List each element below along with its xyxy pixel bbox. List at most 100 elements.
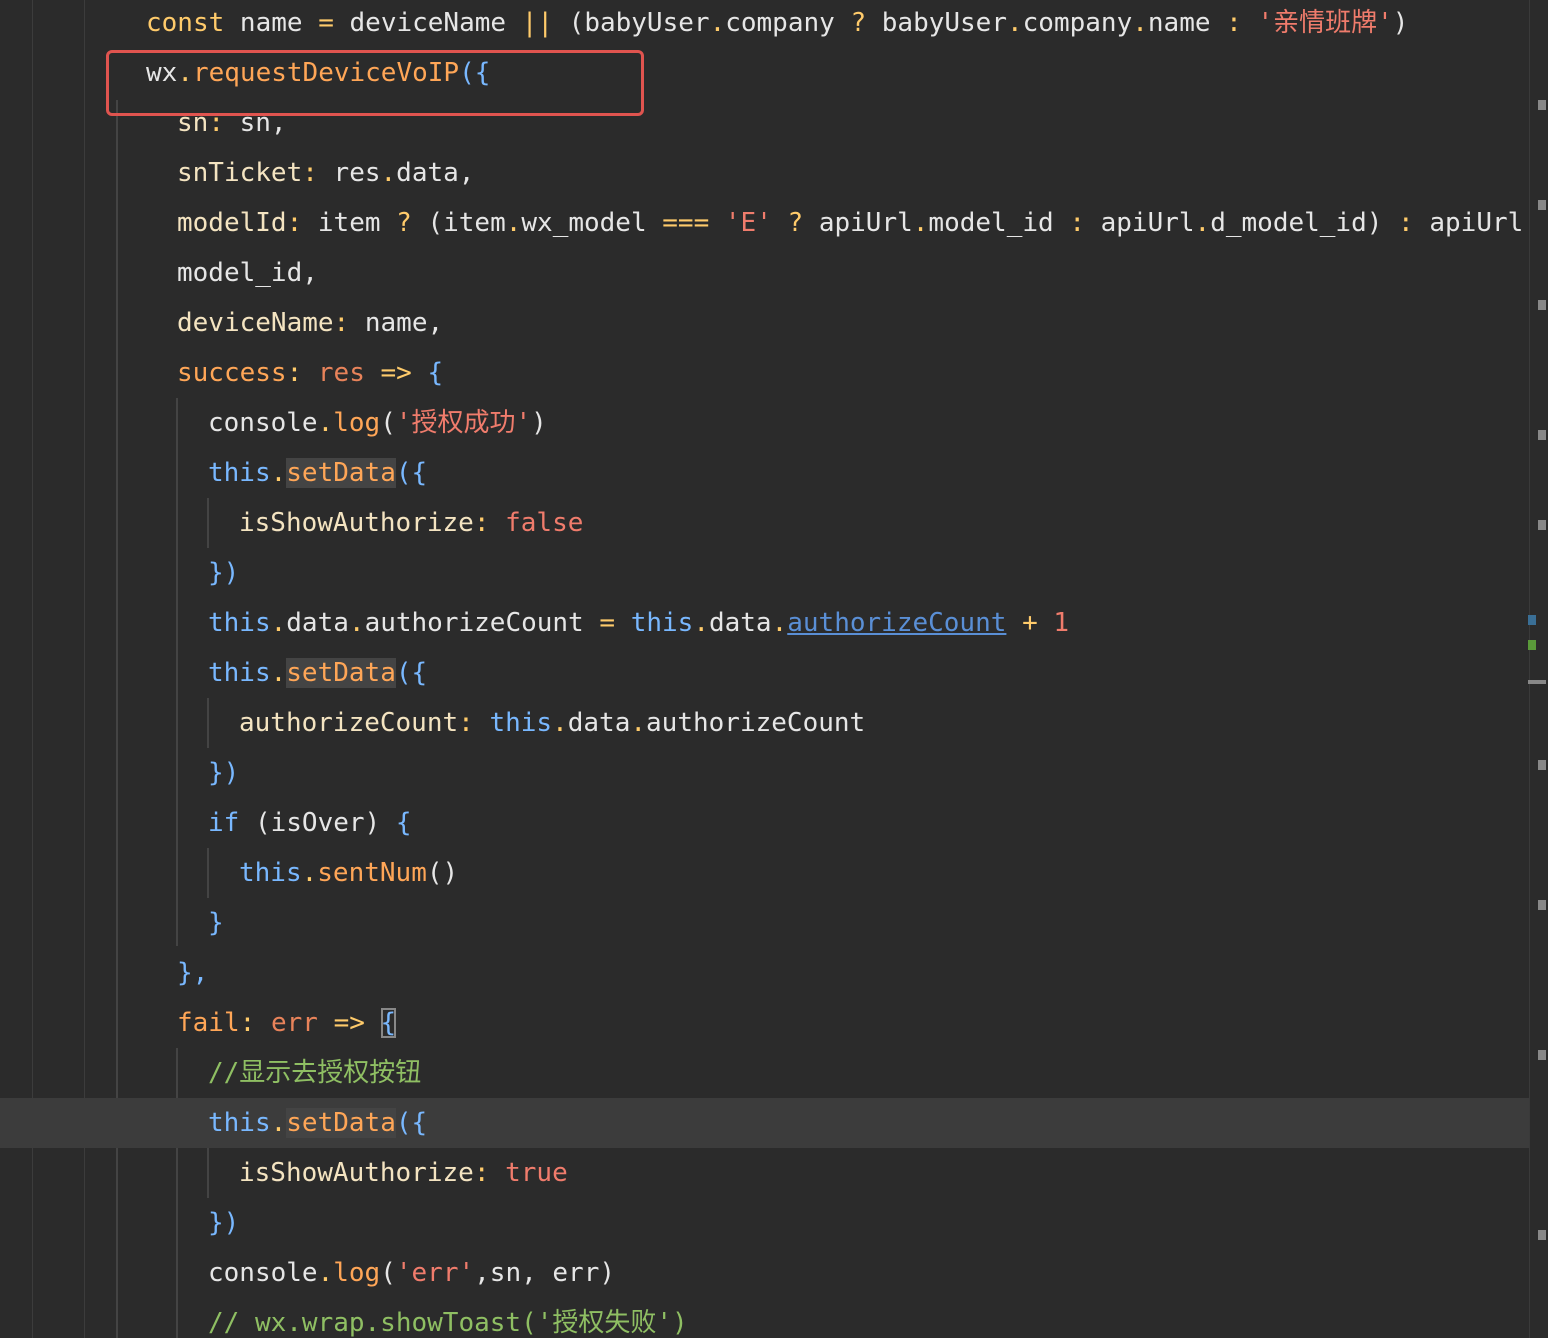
code-token: ?	[396, 208, 412, 238]
indent-guide	[207, 1148, 209, 1198]
code-token: .	[270, 658, 287, 688]
code-token: :	[1069, 208, 1085, 238]
code-token: '亲情班牌'	[1257, 8, 1393, 38]
code-token: success	[177, 358, 287, 388]
code-token: (babyUser	[553, 8, 710, 38]
code-token: isShowAuthorize	[239, 1158, 474, 1188]
code-token: false	[505, 508, 584, 538]
vertical-scrollbar[interactable]	[1528, 0, 1548, 1338]
code-line[interactable]: this.setData({	[208, 648, 427, 698]
code-token: data	[708, 608, 772, 638]
code-token: data	[567, 708, 631, 738]
code-line[interactable]: },	[177, 948, 208, 998]
scroll-marker	[1538, 1050, 1546, 1060]
scroll-marker	[1538, 100, 1546, 110]
code-token: name,	[349, 308, 444, 338]
code-token: :	[333, 308, 350, 338]
code-token: model_id,	[177, 258, 318, 288]
code-token: this	[630, 608, 694, 638]
code-line[interactable]: model_id,	[177, 248, 318, 298]
code-token: .	[505, 208, 522, 238]
code-line[interactable]: })	[208, 1198, 239, 1248]
code-line[interactable]: })	[208, 748, 239, 798]
code-line[interactable]: }	[208, 898, 224, 948]
code-token: data,	[396, 158, 475, 188]
code-token: )	[531, 408, 547, 438]
code-line[interactable]: })	[208, 548, 239, 598]
code-token: ({	[395, 658, 428, 688]
code-token: .	[270, 458, 287, 488]
code-token: // wx.wrap.showToast('授权失败')	[208, 1308, 688, 1338]
code-token: snTicket	[177, 158, 303, 188]
code-line[interactable]: deviceName: name,	[177, 298, 443, 348]
code-token: =	[318, 8, 334, 38]
code-token: wx_model	[521, 208, 663, 238]
indent-guide	[207, 698, 209, 748]
scroll-marker	[1538, 760, 1546, 770]
code-token: res	[317, 358, 365, 388]
code-line[interactable]: // wx.wrap.showToast('授权失败')	[208, 1298, 688, 1338]
code-token: }	[208, 908, 224, 938]
code-token: deviceName	[177, 308, 334, 338]
code-token: :	[1398, 208, 1414, 238]
code-line[interactable]: success: res => {	[177, 348, 443, 398]
code-token: const	[146, 8, 225, 38]
code-line[interactable]: console.log('err',sn, err)	[208, 1248, 615, 1298]
indent-guide	[176, 1048, 178, 1338]
code-line[interactable]: snTicket: res.data,	[177, 148, 474, 198]
code-line[interactable]: //显示去授权按钮	[208, 1048, 421, 1098]
scroll-marker	[1538, 520, 1546, 530]
code-line[interactable]: if (isOver) {	[208, 798, 412, 848]
indent-guide	[176, 398, 178, 946]
code-token: model_id	[928, 208, 1070, 238]
code-token: })	[208, 558, 240, 588]
code-token: setData	[286, 658, 396, 688]
scroll-marker	[1538, 900, 1546, 910]
code-token: ,sn, err)	[474, 1258, 616, 1288]
code-token: //显示去授权按钮	[208, 1058, 422, 1088]
code-line[interactable]: authorizeCount: this.data.authorizeCount	[239, 698, 865, 748]
code-token: .	[317, 1258, 334, 1288]
code-token: .	[912, 208, 929, 238]
code-token: :	[458, 708, 474, 738]
code-token: setData	[286, 1108, 396, 1138]
code-token: this	[489, 708, 553, 738]
code-line[interactable]: modelId: item ? (item.wx_model === 'E' ?…	[177, 198, 1539, 248]
code-token: .	[552, 708, 568, 738]
code-token: ()	[426, 858, 459, 888]
code-line[interactable]: const name = deviceName || (babyUser.com…	[146, 0, 1408, 48]
code-editor[interactable]: const name = deviceName || (babyUser.com…	[0, 0, 1548, 1338]
code-token: apiUrl	[803, 208, 913, 238]
code-token: authorizeCount	[239, 708, 459, 738]
code-token: res	[317, 158, 381, 188]
code-token: :	[239, 1008, 256, 1038]
code-line[interactable]: this.setData({	[208, 448, 427, 498]
code-token: apiUrl	[1084, 208, 1195, 238]
code-line[interactable]: this.sentNum()	[239, 848, 458, 898]
code-token: .	[630, 708, 647, 738]
code-token: name	[224, 8, 319, 38]
code-line[interactable]: this.data.authorizeCount = this.data.aut…	[208, 598, 1069, 648]
code-token: =	[599, 608, 616, 638]
scroll-marker	[1528, 640, 1536, 650]
code-token: fail	[177, 1008, 240, 1038]
code-token: .	[380, 158, 397, 188]
scroll-marker	[1538, 1230, 1546, 1240]
code-line[interactable]: console.log('授权成功')	[208, 398, 547, 448]
code-token: .	[709, 8, 726, 38]
code-line[interactable]: isShowAuthorize: false	[239, 498, 583, 548]
code-line[interactable]: this.setData({	[208, 1098, 427, 1148]
code-token: .	[348, 608, 365, 638]
code-line[interactable]: isShowAuthorize: true	[239, 1148, 568, 1198]
code-token: (	[380, 1258, 396, 1288]
scroll-marker	[1528, 615, 1536, 625]
code-line[interactable]: fail: err => {	[177, 998, 397, 1048]
